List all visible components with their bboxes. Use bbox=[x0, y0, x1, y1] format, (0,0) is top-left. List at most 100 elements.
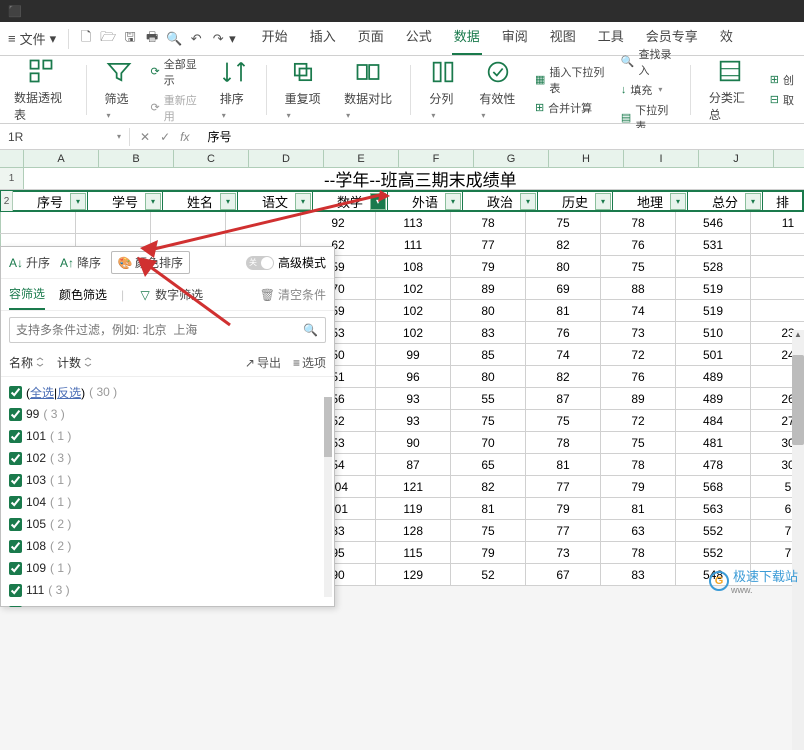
filter-item[interactable]: 99( 3 ) bbox=[9, 403, 326, 425]
filter-item-checkbox[interactable] bbox=[9, 474, 22, 487]
file-menu[interactable]: ≡ 文件 ▾ bbox=[8, 29, 56, 48]
cell[interactable] bbox=[76, 212, 151, 233]
cell[interactable]: 87 bbox=[376, 454, 451, 475]
cell[interactable]: 93 bbox=[376, 388, 451, 409]
vertical-scrollbar[interactable]: ▲ bbox=[792, 330, 804, 750]
filter-dropdown-icon[interactable]: ▾ bbox=[670, 193, 686, 210]
cell[interactable]: 75 bbox=[451, 520, 526, 541]
filter-scrollbar[interactable] bbox=[324, 397, 332, 597]
header-cell[interactable]: 姓名▾ bbox=[163, 191, 238, 211]
sort-button[interactable]: 排序▾ bbox=[216, 56, 252, 123]
col-header[interactable]: C bbox=[174, 150, 249, 167]
filter-button[interactable]: 筛选▾ bbox=[101, 56, 137, 123]
cell[interactable]: 78 bbox=[601, 454, 676, 475]
cell[interactable]: 78 bbox=[526, 432, 601, 453]
cell[interactable]: 70 bbox=[451, 432, 526, 453]
cell[interactable]: 568 bbox=[676, 476, 751, 497]
toggle-switch[interactable]: 关 bbox=[246, 256, 274, 270]
cell[interactable]: 115 bbox=[376, 542, 451, 563]
undo-icon[interactable]: ↶ bbox=[185, 28, 207, 50]
filter-dropdown-icon[interactable]: ▾ bbox=[595, 193, 611, 210]
filter-item-checkbox[interactable] bbox=[9, 430, 22, 443]
cell[interactable]: 489 bbox=[676, 366, 751, 387]
cell[interactable]: 76 bbox=[601, 366, 676, 387]
cell[interactable]: 74 bbox=[526, 344, 601, 365]
validity-button[interactable]: 有效性▾ bbox=[475, 56, 521, 123]
create-group-button[interactable]: ⊞创 bbox=[770, 72, 794, 88]
scrollbar-thumb[interactable] bbox=[324, 397, 332, 457]
header-cell[interactable]: 序号▾ bbox=[13, 191, 88, 211]
tab-data[interactable]: 数据 bbox=[452, 22, 482, 55]
cell[interactable]: 52 bbox=[451, 564, 526, 585]
cell[interactable]: 89 bbox=[601, 388, 676, 409]
row-header[interactable]: 1 bbox=[0, 168, 24, 189]
sheet-title[interactable]: --学年--班高三期末成绩单 bbox=[324, 168, 804, 189]
cell[interactable]: 88 bbox=[601, 278, 676, 299]
filter-item-checkbox[interactable] bbox=[9, 518, 22, 531]
export-button[interactable]: ↗导出 bbox=[245, 354, 281, 371]
save-icon[interactable]: 🖫 bbox=[119, 28, 141, 50]
filter-search-input[interactable] bbox=[9, 317, 326, 343]
filter-dropdown-icon[interactable]: ▾ bbox=[445, 193, 461, 210]
tab-start[interactable]: 开始 bbox=[260, 22, 290, 55]
cell[interactable] bbox=[1, 212, 76, 233]
cell[interactable]: 90 bbox=[376, 432, 451, 453]
cell[interactable]: 82 bbox=[526, 234, 601, 255]
cell[interactable]: 546 bbox=[676, 212, 751, 233]
cell[interactable]: 93 bbox=[376, 410, 451, 431]
cell[interactable]: 80 bbox=[451, 366, 526, 387]
tab-insert[interactable]: 插入 bbox=[308, 22, 338, 55]
filter-item[interactable]: 103( 1 ) bbox=[9, 469, 326, 491]
cell[interactable] bbox=[151, 212, 226, 233]
filter-item[interactable]: 109( 1 ) bbox=[9, 557, 326, 579]
header-cell[interactable]: 排 bbox=[763, 191, 803, 211]
cell[interactable]: 489 bbox=[676, 388, 751, 409]
preview-icon[interactable]: 🔍 bbox=[163, 28, 185, 50]
content-filter-tab[interactable]: 容筛选 bbox=[9, 279, 45, 310]
filter-item-checkbox[interactable] bbox=[9, 562, 22, 575]
subtotal-button[interactable]: 分类汇总 bbox=[705, 55, 756, 125]
filter-item-checkbox[interactable] bbox=[9, 452, 22, 465]
cell[interactable]: 99 bbox=[376, 344, 451, 365]
cell[interactable]: 75 bbox=[601, 432, 676, 453]
cell[interactable]: 484 bbox=[676, 410, 751, 431]
filter-item[interactable]: 105( 2 ) bbox=[9, 513, 326, 535]
cell[interactable]: 79 bbox=[451, 542, 526, 563]
header-cell[interactable]: 学号▾ bbox=[88, 191, 163, 211]
show-all-button[interactable]: ⟳全部显示 bbox=[151, 56, 202, 88]
cell[interactable]: 85 bbox=[451, 344, 526, 365]
open-icon[interactable]: 🗁 bbox=[97, 28, 119, 50]
cell[interactable] bbox=[226, 212, 301, 233]
header-cell[interactable]: 地理▾ bbox=[613, 191, 688, 211]
cell[interactable]: 501 bbox=[676, 344, 751, 365]
sort-desc-button[interactable]: A↑降序 bbox=[60, 254, 101, 271]
cell[interactable]: 67 bbox=[526, 564, 601, 585]
filter-item-checkbox[interactable] bbox=[9, 408, 22, 421]
scrollbar-thumb[interactable] bbox=[792, 355, 804, 445]
cell[interactable]: 81 bbox=[526, 454, 601, 475]
cell[interactable]: 76 bbox=[601, 234, 676, 255]
cell[interactable]: 102 bbox=[376, 278, 451, 299]
search-icon[interactable]: 🔍 bbox=[303, 323, 318, 337]
tab-review[interactable]: 审阅 bbox=[500, 22, 530, 55]
cell[interactable]: 82 bbox=[526, 366, 601, 387]
formula-input[interactable] bbox=[199, 128, 804, 146]
cell[interactable]: 65 bbox=[451, 454, 526, 475]
cell[interactable]: 119 bbox=[376, 498, 451, 519]
cell[interactable]: 82 bbox=[451, 476, 526, 497]
redo-icon[interactable]: ↷ bbox=[207, 28, 229, 50]
cell[interactable]: 63 bbox=[601, 520, 676, 541]
cell[interactable]: 55 bbox=[451, 388, 526, 409]
sort-asc-button[interactable]: A↓升序 bbox=[9, 254, 50, 271]
select-all-link[interactable]: 全选 bbox=[30, 386, 54, 400]
cell[interactable]: 81 bbox=[451, 498, 526, 519]
options-button[interactable]: ≡选项 bbox=[293, 354, 326, 371]
cell[interactable]: 519 bbox=[676, 300, 751, 321]
filter-dropdown-icon[interactable]: ▾ bbox=[745, 193, 761, 210]
col-header[interactable]: G bbox=[474, 150, 549, 167]
cell[interactable] bbox=[751, 300, 804, 321]
filter-item[interactable]: 108( 2 ) bbox=[9, 535, 326, 557]
cell[interactable]: 102 bbox=[376, 322, 451, 343]
cell[interactable]: 76 bbox=[526, 322, 601, 343]
cell[interactable]: 552 bbox=[676, 520, 751, 541]
